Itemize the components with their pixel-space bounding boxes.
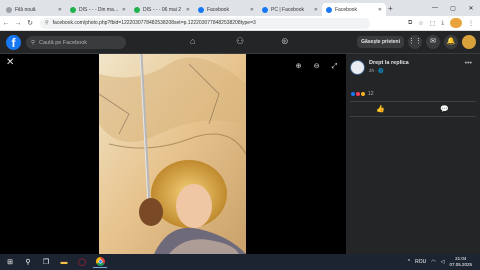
tab-favicon-icon bbox=[262, 6, 268, 13]
tab-close-icon[interactable]: ✕ bbox=[58, 7, 62, 13]
browser-tab-active[interactable]: Facebook ✕ bbox=[322, 3, 386, 16]
zoom-in-icon[interactable]: ⊕ bbox=[292, 60, 305, 73]
chrome-icon[interactable] bbox=[93, 256, 107, 268]
menu-grid-icon[interactable]: ⋮⋮ bbox=[408, 35, 422, 49]
search-icon: ⚲ bbox=[31, 39, 36, 46]
notifications-bell-icon[interactable]: 🔔 bbox=[444, 35, 458, 49]
windows-taskbar: ⊞ ⚲ ❐ ▬ ◯ ^ ROU ◠ ◁ 21:04 07.05.2025 bbox=[0, 254, 480, 270]
tab-close-icon[interactable]: ✕ bbox=[250, 7, 254, 13]
haha-reaction-icon bbox=[360, 91, 366, 97]
file-explorer-icon[interactable]: ▬ bbox=[57, 256, 71, 268]
facebook-header: f ⚲ Caută pe Facebook ⌂ ⚇ ⊛ Găsește prie… bbox=[0, 31, 480, 54]
tab-close-icon[interactable]: ✕ bbox=[186, 7, 190, 13]
page-avatar[interactable] bbox=[350, 60, 365, 75]
browser-tab-strip: Filă nouă ✕ DIS - - - Din mai 2 ✕ DIS - … bbox=[0, 0, 480, 16]
clock-date: 07.05.2025 bbox=[449, 262, 472, 267]
photo-image bbox=[99, 54, 246, 254]
browser-tab[interactable]: PC | Facebook ✕ bbox=[258, 3, 322, 16]
close-viewer-icon[interactable]: ✕ bbox=[6, 57, 14, 68]
window-controls: — ▢ ✕ bbox=[426, 0, 480, 16]
tab-favicon-icon bbox=[70, 6, 76, 13]
download-icon[interactable]: ⤓ bbox=[441, 20, 444, 27]
tab-favicon-icon bbox=[134, 6, 140, 13]
new-tab-button[interactable]: + bbox=[388, 4, 393, 13]
post-timestamp[interactable]: 2h · 🌐 bbox=[369, 68, 384, 74]
volume-icon[interactable]: ◁ bbox=[441, 259, 445, 265]
url-text: facebook.com/photo.php?fbid=122203077848… bbox=[52, 20, 256, 26]
address-bar[interactable]: ⚲ facebook.com/photo.php?fbid=1222030778… bbox=[40, 17, 370, 29]
facebook-logo[interactable]: f bbox=[6, 35, 21, 50]
photo-viewer: ✕ ⊕ ⊖ ⤢ bbox=[0, 54, 346, 254]
minimize-button[interactable]: — bbox=[426, 5, 444, 11]
comment-button[interactable]: 💬 bbox=[440, 105, 449, 113]
site-info-icon[interactable]: ⚲ bbox=[45, 20, 49, 26]
tab-close-icon[interactable]: ✕ bbox=[122, 7, 126, 13]
back-button[interactable]: ← bbox=[0, 20, 12, 27]
bookmark-star-icon[interactable]: ☆ bbox=[418, 20, 423, 27]
toolbar-actions: ⧉ ☆ ⬚ ⤓ ⋮ bbox=[408, 18, 480, 28]
tab-title: Filă nouă bbox=[15, 6, 36, 13]
reload-button[interactable]: ↻ bbox=[24, 19, 36, 27]
divider bbox=[350, 101, 476, 102]
facebook-search-input[interactable]: ⚲ Caută pe Facebook bbox=[26, 36, 126, 49]
tab-favicon-icon bbox=[326, 6, 332, 13]
home-icon[interactable]: ⌂ bbox=[190, 36, 195, 46]
extensions-icon[interactable]: ⬚ bbox=[430, 20, 436, 27]
divider bbox=[350, 116, 476, 117]
browser-tab[interactable]: Facebook ✕ bbox=[194, 3, 258, 16]
task-view-icon[interactable]: ❐ bbox=[39, 256, 53, 268]
browser-toolbar: ← → ↻ ⚲ facebook.com/photo.php?fbid=1222… bbox=[0, 16, 480, 31]
chrome-logo-icon bbox=[95, 257, 105, 266]
install-app-icon[interactable]: ⧉ bbox=[408, 20, 412, 27]
reaction-count: 12 bbox=[368, 91, 374, 97]
tab-close-icon[interactable]: ✕ bbox=[378, 7, 382, 13]
facebook-header-actions: Găsește prieteni ⋮⋮ ✉ 🔔 bbox=[357, 35, 476, 49]
post-side-panel: Drept la replica 2h · 🌐 ••• 12 👍 💬 bbox=[346, 54, 480, 254]
tab-favicon-icon bbox=[6, 6, 12, 13]
system-tray: ^ ROU ◠ ◁ 21:04 07.05.2025 bbox=[408, 256, 480, 268]
more-options-icon[interactable]: ••• bbox=[465, 60, 472, 67]
tab-title: DIS - - - 06 mai 2 bbox=[143, 6, 182, 13]
tray-chevron-icon[interactable]: ^ bbox=[408, 259, 410, 265]
tab-favicon-icon bbox=[198, 6, 204, 13]
zoom-out-icon[interactable]: ⊖ bbox=[310, 60, 323, 73]
reactions-summary[interactable]: 12 bbox=[350, 91, 374, 97]
opera-icon[interactable]: ◯ bbox=[75, 256, 89, 268]
tab-close-icon[interactable]: ✕ bbox=[314, 7, 318, 13]
windows-icon[interactable]: ⊞ bbox=[3, 256, 17, 268]
account-avatar[interactable] bbox=[462, 35, 476, 49]
find-friends-button[interactable]: Găsește prieteni bbox=[357, 36, 404, 48]
clock[interactable]: 21:04 07.05.2025 bbox=[449, 256, 472, 268]
maximize-button[interactable]: ▢ bbox=[444, 5, 462, 12]
close-window-button[interactable]: ✕ bbox=[462, 5, 480, 12]
browser-tab[interactable]: Filă nouă ✕ bbox=[2, 3, 66, 16]
wifi-icon[interactable]: ◠ bbox=[431, 259, 435, 265]
tab-title: Facebook bbox=[207, 6, 229, 13]
tab-title: DIS - - - Din mai 2 bbox=[79, 6, 119, 13]
page-name[interactable]: Drept la replica bbox=[369, 60, 409, 66]
search-placeholder: Caută pe Facebook bbox=[39, 39, 88, 46]
language-indicator[interactable]: ROU bbox=[415, 259, 426, 265]
groups-icon[interactable]: ⚇ bbox=[236, 36, 244, 47]
gaming-icon[interactable]: ⊛ bbox=[281, 36, 289, 47]
tab-title: Facebook bbox=[335, 6, 357, 13]
screen: Filă nouă ✕ DIS - - - Din mai 2 ✕ DIS - … bbox=[0, 0, 480, 270]
browser-tab[interactable]: DIS - - - Din mai 2 ✕ bbox=[66, 3, 130, 16]
messenger-icon[interactable]: ✉ bbox=[426, 35, 440, 49]
search-icon[interactable]: ⚲ bbox=[21, 256, 35, 268]
forward-button[interactable]: → bbox=[12, 20, 24, 27]
fullscreen-icon[interactable]: ⤢ bbox=[328, 60, 341, 73]
post-photo[interactable] bbox=[99, 54, 246, 254]
tab-title: PC | Facebook bbox=[271, 6, 304, 13]
profile-avatar[interactable] bbox=[450, 18, 462, 28]
browser-menu-icon[interactable]: ⋮ bbox=[468, 20, 474, 27]
like-button[interactable]: 👍 bbox=[376, 105, 385, 113]
browser-tab[interactable]: DIS - - - 06 mai 2 ✕ bbox=[130, 3, 194, 16]
